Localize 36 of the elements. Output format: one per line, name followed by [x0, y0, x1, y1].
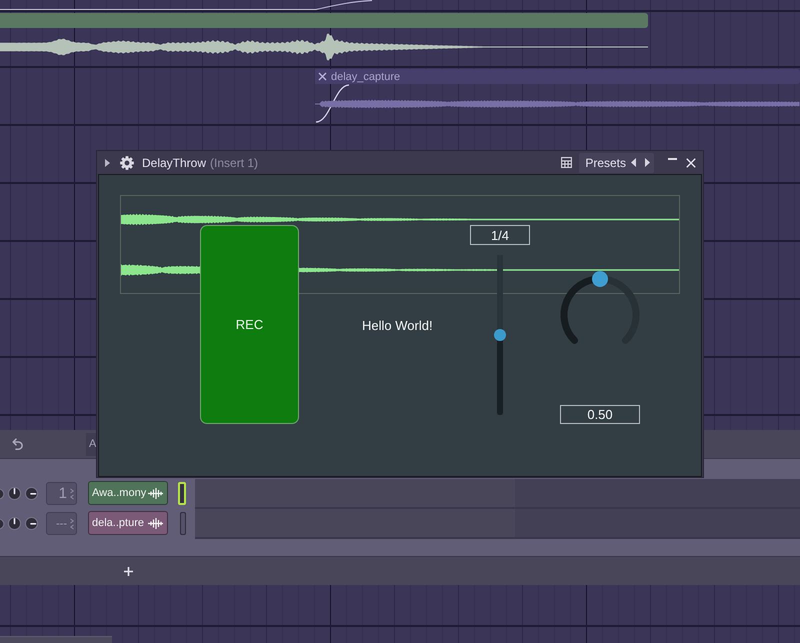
cross-icon[interactable]: [318, 72, 327, 81]
undo-icon[interactable]: [12, 438, 23, 450]
slider-value-field[interactable]: 1/4: [470, 225, 530, 245]
mixer-track-field[interactable]: 1: [46, 482, 77, 505]
waveform-icon: [148, 518, 163, 528]
clip-header[interactable]: delay_capture: [315, 69, 800, 84]
mixer-track-field[interactable]: ---: [46, 512, 77, 535]
knob-icon[interactable]: [25, 517, 38, 530]
toolbar-button[interactable]: A: [86, 432, 96, 456]
knob-thumb[interactable]: [592, 271, 608, 287]
channel-button[interactable]: dela..pture: [88, 511, 168, 535]
knob-icon[interactable]: [8, 487, 21, 500]
settings-icon[interactable]: [120, 156, 134, 170]
caret-right-icon[interactable]: [645, 158, 650, 167]
slider-thumb[interactable]: [494, 329, 506, 341]
expand-arrow-icon[interactable]: [105, 158, 110, 166]
text-label: Hello World!: [362, 318, 433, 332]
clip-header[interactable]: [0, 13, 648, 28]
scrollbar-thumb[interactable]: [0, 636, 112, 643]
knob-icon[interactable]: [8, 517, 21, 530]
grid-icon[interactable]: [561, 157, 572, 168]
ring-icon[interactable]: [0, 518, 5, 530]
close-icon[interactable]: [686, 158, 696, 168]
ring-icon[interactable]: [0, 488, 5, 500]
presets-button[interactable]: Presets: [579, 152, 631, 172]
caret-left-icon[interactable]: [631, 158, 636, 167]
channel-button[interactable]: Awa..mony: [88, 481, 168, 505]
knob-value-field[interactable]: 0.50: [560, 405, 640, 424]
rec-button[interactable]: REC: [200, 225, 299, 424]
clip-title: delay_capture: [331, 70, 400, 82]
window-title: DelayThrow: [142, 156, 206, 170]
window-subtitle: (Insert 1): [210, 156, 258, 170]
plus-icon[interactable]: [124, 566, 133, 576]
knob-icon[interactable]: [25, 487, 38, 500]
fade-in-curve[interactable]: [316, 84, 350, 123]
waveform-icon: [148, 488, 163, 498]
